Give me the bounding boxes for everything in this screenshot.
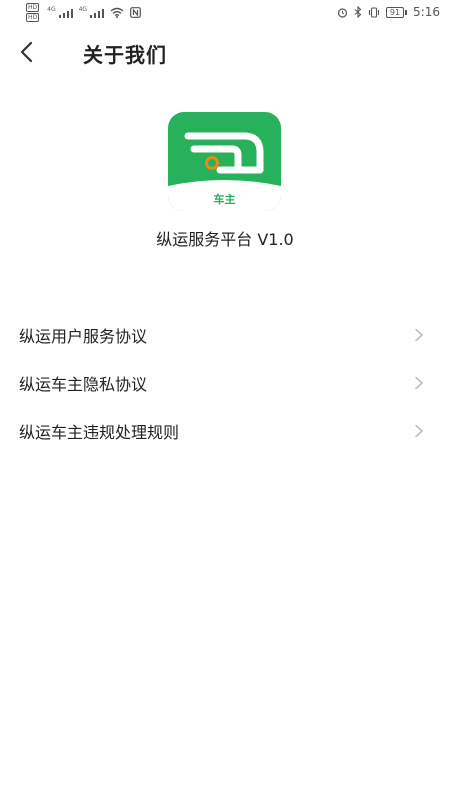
chevron-right-icon <box>414 328 424 342</box>
clock: 5:16 <box>413 5 440 19</box>
nfc-icon <box>130 6 141 18</box>
network-type: 4G <box>78 6 88 13</box>
status-left: HD HD 4G 4G <box>26 2 141 22</box>
page-title: 关于我们 <box>83 43 167 67</box>
menu-item-label: 纵运车主隐私协议 <box>19 375 148 394</box>
bluetooth-icon <box>354 6 362 18</box>
logo-caption: 车主 <box>213 193 236 206</box>
back-button[interactable] <box>14 38 38 66</box>
network-type: 4G <box>47 6 56 13</box>
hd-indicator: HD HD <box>26 2 40 22</box>
menu-item-violation-rules[interactable]: 纵运车主违规处理规则 <box>0 407 450 455</box>
wifi-icon <box>110 7 124 18</box>
signal-icon: 4G <box>47 6 73 18</box>
chevron-right-icon <box>414 376 424 390</box>
header: 关于我们 <box>0 24 450 80</box>
signal-icon: 4G <box>78 6 105 18</box>
alarm-icon <box>337 7 347 18</box>
vibrate-icon <box>368 6 379 18</box>
hd-badge: HD <box>26 2 40 12</box>
menu-list: 纵运用户服务协议 纵运车主隐私协议 纵运车主违规处理规则 <box>0 311 450 455</box>
chevron-right-icon <box>414 424 424 438</box>
status-bar: HD HD 4G 4G 91 5:16 <box>0 0 450 24</box>
app-version: 纵运服务平台 V1.0 <box>156 230 294 249</box>
menu-item-user-agreement[interactable]: 纵运用户服务协议 <box>0 311 450 359</box>
menu-item-label: 纵运车主违规处理规则 <box>19 423 180 442</box>
battery-level: 91 <box>385 6 405 18</box>
battery-icon: 91 <box>385 6 408 18</box>
menu-item-label: 纵运用户服务协议 <box>19 327 148 346</box>
hd-badge: HD <box>26 12 40 22</box>
app-logo: 车主 <box>168 112 281 211</box>
menu-item-privacy-agreement[interactable]: 纵运车主隐私协议 <box>0 359 450 407</box>
chevron-left-icon <box>20 41 33 63</box>
status-right: 91 5:16 <box>337 5 440 19</box>
